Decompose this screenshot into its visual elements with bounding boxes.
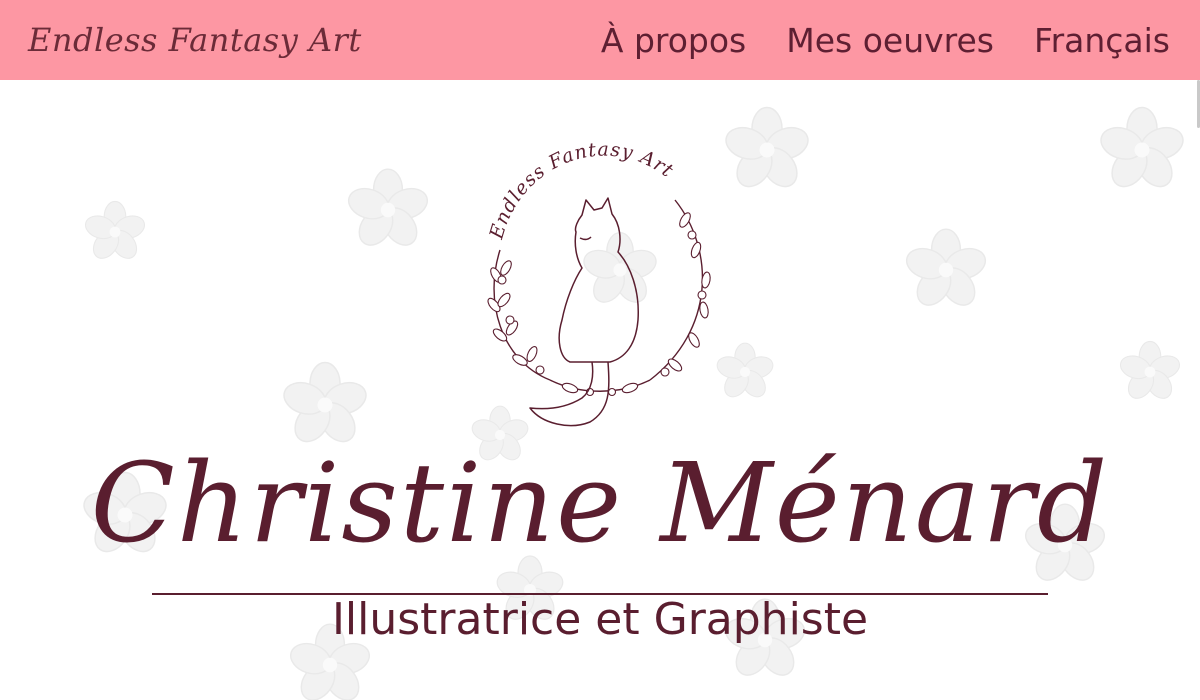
- flower-icon: [82, 200, 148, 264]
- page: Endless Fantasy Art À propos Mes oeuvres…: [0, 0, 1200, 700]
- brand-logo-link[interactable]: Endless Fantasy Art: [28, 21, 362, 59]
- language-selector[interactable]: Français: [1034, 24, 1170, 57]
- cat-in-wreath-icon: Endless Fantasy Art: [485, 139, 711, 427]
- flower-icon: [721, 106, 813, 194]
- top-navbar: Endless Fantasy Art À propos Mes oeuvres…: [0, 0, 1200, 80]
- logo-arc-text: Endless Fantasy Art: [485, 139, 677, 243]
- flower-icon: [344, 168, 432, 253]
- flower-icon: [279, 361, 371, 449]
- nav-link-about[interactable]: À propos: [601, 24, 746, 57]
- artist-title: Illustratrice et Graphiste: [331, 594, 869, 645]
- flower-icon: [1117, 340, 1183, 404]
- flower-icon: [902, 228, 990, 313]
- nav-link-works[interactable]: Mes oeuvres: [786, 24, 994, 57]
- nav-links: À propos Mes oeuvres Français: [601, 24, 1170, 57]
- svg-text:Endless Fantasy Art: Endless Fantasy Art: [485, 140, 678, 242]
- cat-wreath-logo: Endless Fantasy Art: [470, 139, 730, 430]
- flower-icon: [1096, 106, 1188, 194]
- artist-name: Christine Ménard: [90, 439, 1110, 567]
